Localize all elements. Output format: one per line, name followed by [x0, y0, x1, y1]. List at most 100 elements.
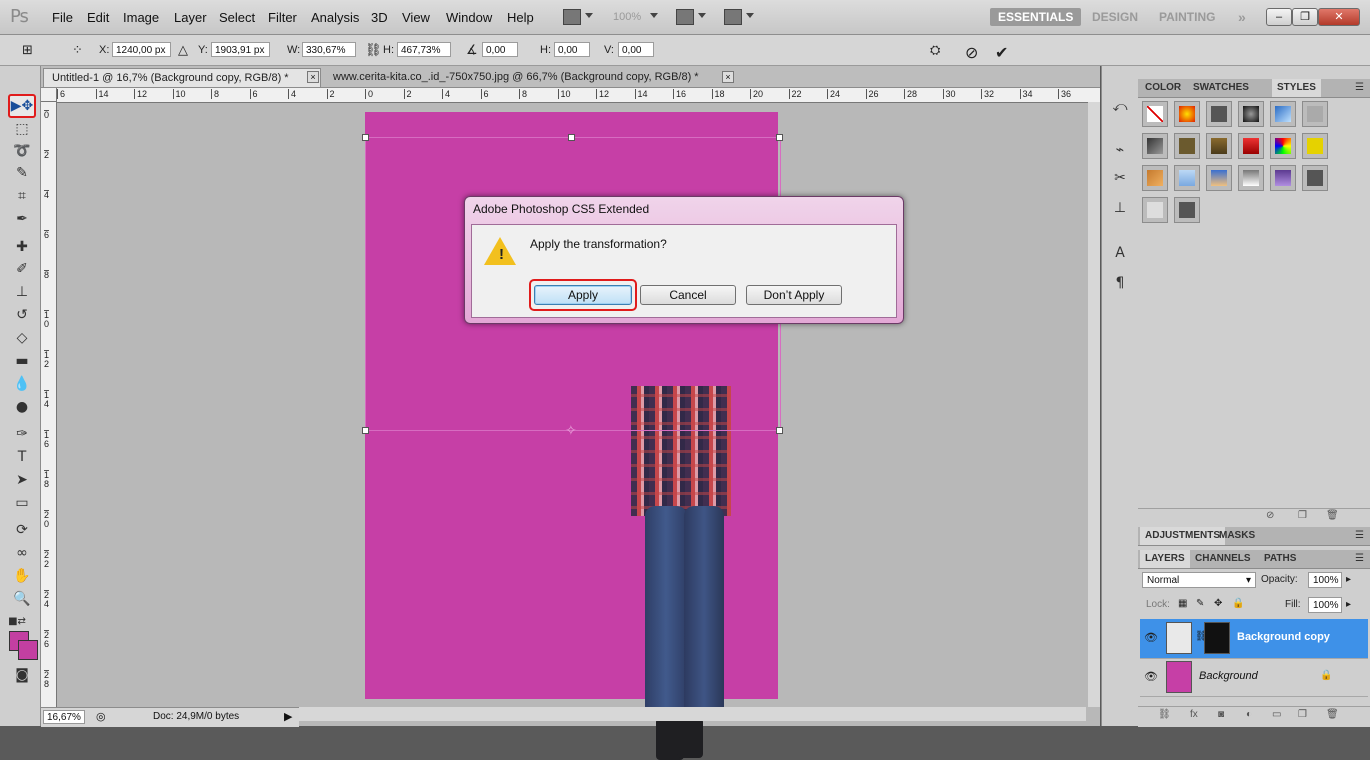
clone-stamp-tool-icon[interactable]: ⊥ — [11, 281, 33, 303]
menu-window[interactable]: Window — [446, 10, 492, 25]
lock-pixels-icon[interactable]: ✎ — [1196, 598, 1204, 609]
vskew-field[interactable]: 0,00 — [618, 42, 654, 57]
close-icon[interactable]: × — [722, 71, 734, 83]
panel-menu-icon[interactable]: ☰ — [1355, 553, 1364, 564]
style-preset-swatch[interactable] — [1142, 101, 1168, 127]
tab-adjustments[interactable]: ADJUSTMENTS — [1140, 527, 1226, 545]
transform-handle[interactable] — [776, 134, 783, 141]
pen-tool-icon[interactable]: ✑ — [11, 423, 33, 445]
restore-button[interactable]: ❐ — [1292, 8, 1318, 26]
style-preset-swatch[interactable] — [1142, 133, 1168, 159]
dont-apply-button[interactable]: Don’t Apply — [746, 285, 842, 305]
layer-row-background[interactable]: 👁 Background 🔒 — [1140, 658, 1368, 697]
style-preset-swatch[interactable] — [1238, 165, 1264, 191]
menu-image[interactable]: Image — [123, 10, 159, 25]
style-preset-swatch[interactable] — [1206, 101, 1232, 127]
character-panel-icon[interactable]: A — [1111, 244, 1129, 262]
transform-handle[interactable] — [362, 427, 369, 434]
history-brush-tool-icon[interactable]: ↺ — [11, 304, 33, 326]
cancel-button[interactable]: Cancel — [640, 285, 736, 305]
background-color-swatch[interactable] — [18, 640, 38, 660]
w-field[interactable]: 330,67% — [302, 42, 356, 57]
eraser-tool-icon[interactable]: ◇ — [11, 327, 33, 349]
move-tool-icon[interactable]: ▶✥ — [8, 94, 36, 118]
quick-selection-tool-icon[interactable]: ✎ — [11, 162, 33, 184]
screen-mode-icon[interactable] — [724, 9, 742, 25]
apply-button[interactable]: Apply — [534, 285, 632, 305]
workspace-painting[interactable]: PAINTING — [1151, 8, 1223, 26]
lock-position-icon[interactable]: ✥ — [1214, 598, 1222, 609]
style-preset-swatch[interactable] — [1238, 101, 1264, 127]
layer-style-icon[interactable]: fx — [1190, 709, 1198, 720]
brush-presets-icon[interactable]: ✂ — [1111, 169, 1129, 187]
tab-layers[interactable]: LAYERS — [1140, 550, 1190, 568]
style-preset-swatch[interactable] — [1206, 165, 1232, 191]
warp-mode-icon[interactable]: ⛭ — [930, 43, 940, 58]
transform-handle[interactable] — [776, 427, 783, 434]
y-field[interactable]: 1903,91 px — [211, 42, 270, 57]
status-preview-icon[interactable]: ◎ — [96, 710, 106, 723]
transform-handle[interactable] — [362, 134, 369, 141]
status-zoom-field[interactable]: 16,67% — [43, 710, 85, 724]
workspace-essentials[interactable]: ESSENTIALS — [990, 8, 1082, 26]
close-icon[interactable]: × — [307, 71, 319, 83]
tab-styles[interactable]: STYLES — [1272, 79, 1321, 97]
menu-view[interactable]: View — [402, 10, 430, 25]
tab-cerita-kita[interactable]: www.cerita-kita.co_.id_-750x750.jpg @ 66… — [325, 68, 743, 87]
minimize-button[interactable]: – — [1266, 8, 1292, 26]
panel-menu-icon[interactable]: ☰ — [1355, 530, 1364, 541]
clear-style-icon[interactable]: ⊘ — [1266, 510, 1274, 521]
style-preset-swatch[interactable] — [1302, 165, 1328, 191]
chevron-down-icon[interactable] — [650, 13, 658, 18]
3d-rotate-tool-icon[interactable]: ⟳ — [11, 519, 33, 541]
menu-help[interactable]: Help — [507, 10, 534, 25]
style-preset-swatch[interactable] — [1270, 165, 1296, 191]
style-preset-swatch[interactable] — [1174, 101, 1200, 127]
status-menu-arrow-icon[interactable]: ▶ — [284, 710, 292, 723]
tab-color[interactable]: COLOR — [1140, 79, 1186, 97]
fill-field[interactable]: 100% — [1308, 597, 1342, 613]
shape-tool-icon[interactable]: ▭ — [11, 492, 33, 514]
workspace-design[interactable]: DESIGN — [1084, 8, 1146, 26]
brush-panel-icon[interactable]: ⌁ — [1111, 141, 1129, 159]
horizontal-ruler[interactable]: 6 14 12 10 8 6 4 2 0 2 4 6 8 10 12 14 16 18 20 22 24 26 28 30 32… — [57, 88, 1100, 103]
lock-transparency-icon[interactable]: ▦ — [1178, 598, 1187, 609]
eyedropper-tool-icon[interactable]: ✒ — [11, 208, 33, 230]
rotate-field[interactable]: 0,00 — [482, 42, 518, 57]
close-button[interactable]: ✕ — [1318, 8, 1360, 26]
new-layer-icon[interactable]: ❐ — [1298, 709, 1307, 720]
style-preset-swatch[interactable] — [1270, 133, 1296, 159]
vertical-ruler[interactable]: 0 2 4 6 8 1 0 1 2 1 4 1 6 1 8 2 0 2 2 2 4 2 6 2 8 — [41, 102, 57, 707]
3d-orbit-tool-icon[interactable]: ∞ — [11, 542, 33, 564]
launch-bridge-icon[interactable] — [563, 9, 581, 25]
blend-mode-select[interactable]: Normal ▾ — [1142, 572, 1256, 588]
tab-channels[interactable]: CHANNELS — [1190, 550, 1256, 568]
healing-brush-tool-icon[interactable]: ✚ — [11, 236, 33, 258]
hand-tool-icon[interactable]: ✋ — [11, 565, 33, 587]
clone-source-icon[interactable]: ⊥ — [1111, 199, 1129, 217]
panel-menu-icon[interactable]: ☰ — [1355, 82, 1364, 93]
commit-transform-icon[interactable]: ✔ — [995, 43, 1008, 62]
new-style-icon[interactable]: ❐ — [1298, 510, 1307, 521]
lasso-tool-icon[interactable]: ➰ — [11, 140, 33, 162]
chevron-down-icon[interactable] — [746, 13, 754, 18]
layer-mask-thumbnail[interactable] — [1204, 622, 1230, 654]
delta-icon[interactable]: △ — [178, 43, 188, 58]
link-layers-icon[interactable]: ⛓ — [1158, 709, 1171, 720]
blur-tool-icon[interactable]: 💧 — [11, 373, 33, 395]
link-icon[interactable]: ⛓ — [365, 43, 382, 58]
tab-masks[interactable]: MASKS — [1214, 527, 1260, 545]
style-preset-swatch[interactable] — [1302, 101, 1328, 127]
tab-untitled-1[interactable]: Untitled-1 @ 16,7% (Background copy, RGB… — [43, 68, 321, 87]
brush-tool-icon[interactable]: ✐ — [11, 258, 33, 280]
horizontal-scrollbar[interactable] — [299, 707, 1086, 721]
menu-edit[interactable]: Edit — [87, 10, 109, 25]
delete-layer-icon[interactable]: 🗑 — [1326, 709, 1339, 720]
vertical-scrollbar[interactable] — [1088, 102, 1100, 707]
style-preset-swatch[interactable] — [1174, 133, 1200, 159]
ruler-origin[interactable] — [41, 88, 57, 102]
history-panel-icon[interactable]: ⤺ — [1111, 98, 1129, 116]
path-selection-tool-icon[interactable]: ➤ — [11, 469, 33, 491]
lock-all-icon[interactable]: 🔒 — [1232, 598, 1244, 609]
visibility-eye-icon[interactable]: 👁 — [1144, 631, 1158, 644]
